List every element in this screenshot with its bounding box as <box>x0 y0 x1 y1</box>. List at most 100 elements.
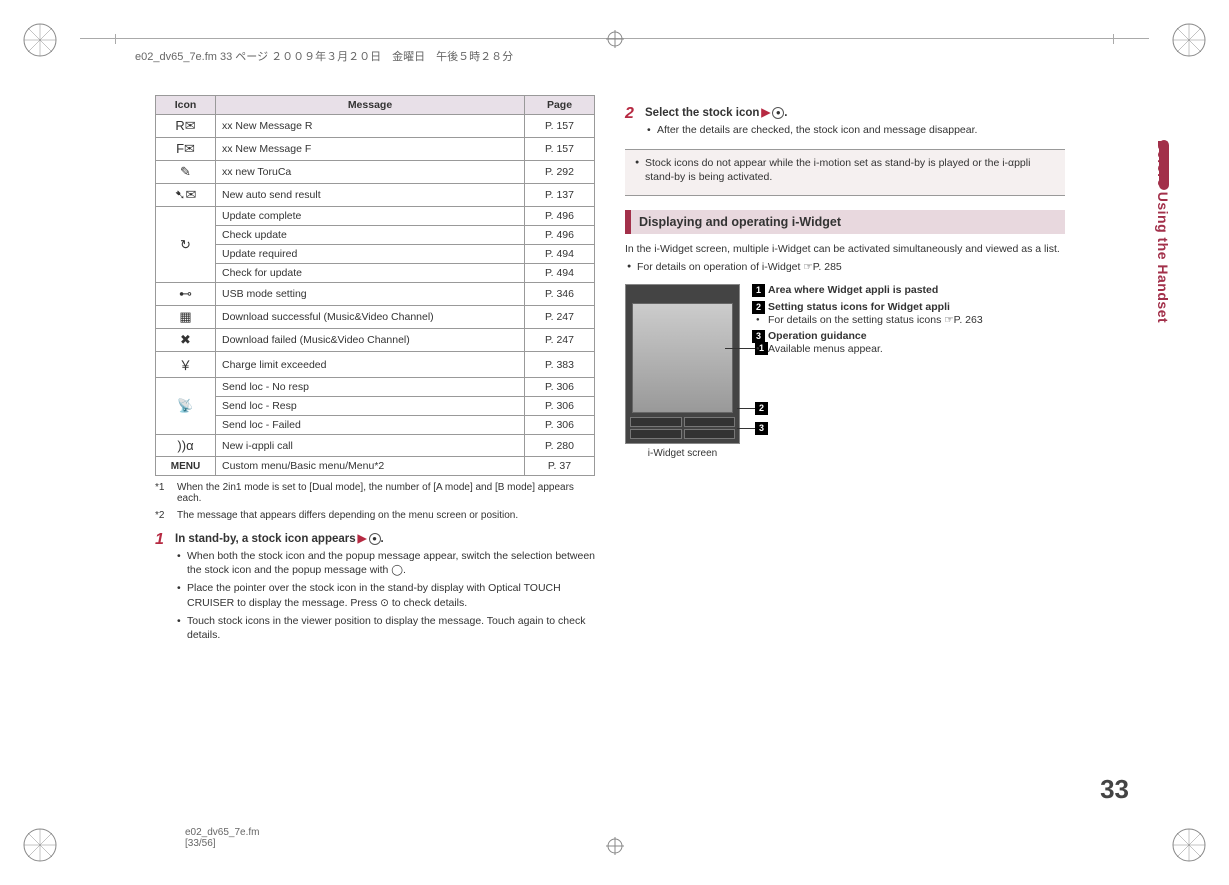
cell-icon: F✉ <box>156 138 216 161</box>
cell-icon: MENU <box>156 457 216 476</box>
cell-message: Send loc - Failed <box>216 416 525 435</box>
table-row: ➷✉New auto send resultP. 137 <box>156 184 595 207</box>
step-bullets: After the details are checked, the stock… <box>645 123 1065 137</box>
cell-message: Send loc - No resp <box>216 378 525 397</box>
widget-layout: i-Widget screen 1 2 3 1Area where Widget… <box>625 284 1065 459</box>
cell-page: P. 494 <box>525 264 595 283</box>
step-title: In stand-by, a stock icon appears▶●. <box>175 531 595 545</box>
cell-icon: ➷✉ <box>156 184 216 207</box>
step-number: 1 <box>155 531 175 646</box>
table-row: ✖Download failed (Music&Video Channel)P.… <box>156 329 595 352</box>
cell-icon: ↻ <box>156 207 216 283</box>
document-header: e02_dv65_7e.fm 33 ページ ２００９年３月２０日 金曜日 午後５… <box>135 48 513 64</box>
table-row: Send loc - RespP. 306 <box>156 397 595 416</box>
reg-mark-icon <box>1169 20 1209 60</box>
cell-message: USB mode setting <box>216 283 525 306</box>
widget-item: 1Area where Widget appli is pasted <box>752 284 983 297</box>
cell-page: P. 137 <box>525 184 595 207</box>
callout-line <box>737 428 755 429</box>
cell-page: P. 494 <box>525 245 595 264</box>
cell-page: P. 247 <box>525 306 595 329</box>
cell-message: xx New Message R <box>216 115 525 138</box>
cell-icon: ▦ <box>156 306 216 329</box>
cell-icon: 📡 <box>156 378 216 435</box>
note-box: Stock icons do not appear while the i-mo… <box>625 149 1065 195</box>
ok-key-icon: ● <box>369 533 381 545</box>
widget-screenshot-container: i-Widget screen 1 2 3 <box>625 284 740 459</box>
table-row: Update requiredP. 494 <box>156 245 595 264</box>
widget-sub: For details on the setting status icons … <box>752 314 983 326</box>
cell-message: Download successful (Music&Video Channel… <box>216 306 525 329</box>
reg-center-icon <box>606 837 624 855</box>
ok-key-icon: ● <box>772 107 784 119</box>
reg-center-icon <box>606 30 624 48</box>
reg-mark-icon <box>1169 825 1209 865</box>
step-number: 2 <box>625 105 645 141</box>
table-row: ↻Update completeP. 496 <box>156 207 595 226</box>
bullet-item: Touch stock icons in the viewer position… <box>175 614 595 642</box>
cell-message: Check update <box>216 226 525 245</box>
cell-icon: ✎ <box>156 161 216 184</box>
table-row: Check for updateP. 494 <box>156 264 595 283</box>
table-row: MENUCustom menu/Basic menu/Menu*2P. 37 <box>156 457 595 476</box>
cell-page: P. 496 <box>525 226 595 245</box>
cell-icon: R✉ <box>156 115 216 138</box>
cell-icon: ))α <box>156 435 216 457</box>
stock-icon-table: Icon Message Page R✉xx New Message RP. 1… <box>155 95 595 476</box>
reg-mark-icon <box>20 20 60 60</box>
widget-intro: In the i-Widget screen, multiple i-Widge… <box>625 242 1065 257</box>
cell-page: P. 383 <box>525 352 595 378</box>
cell-message: Check for update <box>216 264 525 283</box>
widget-screenshot <box>625 284 740 444</box>
table-row: ▦Download successful (Music&Video Channe… <box>156 306 595 329</box>
cell-page: P. 346 <box>525 283 595 306</box>
th-icon: Icon <box>156 96 216 115</box>
widget-ref: For details on operation of i-Widget ☞P.… <box>625 260 1065 274</box>
cell-page: P. 292 <box>525 161 595 184</box>
step-title: Select the stock icon▶●. <box>645 105 1065 119</box>
page-number: 33 <box>1100 774 1129 805</box>
widget-caption: i-Widget screen <box>625 448 740 459</box>
cell-page: P. 37 <box>525 457 595 476</box>
widget-item: 3Operation guidance Available menus appe… <box>752 330 983 355</box>
cell-icon: ￥ <box>156 352 216 378</box>
cell-message: Custom menu/Basic menu/Menu*2 <box>216 457 525 476</box>
left-column: Icon Message Page R✉xx New Message RP. 1… <box>155 95 595 646</box>
table-row: Check updateP. 496 <box>156 226 595 245</box>
footnote-text: When the 2in1 mode is set to [Dual mode]… <box>177 482 595 504</box>
widget-item: 2Setting status icons for Widget appli F… <box>752 301 983 326</box>
callout-3-icon: 3 <box>755 422 768 435</box>
table-row: ￥Charge limit exceededP. 383 <box>156 352 595 378</box>
bullet-item: After the details are checked, the stock… <box>645 123 1065 137</box>
callout-num-icon: 2 <box>752 301 765 314</box>
table-row: Send loc - FailedP. 306 <box>156 416 595 435</box>
cell-message: xx New Message F <box>216 138 525 161</box>
footnote-num: *1 <box>155 482 177 504</box>
footnote-text: The message that appears differs dependi… <box>177 510 518 521</box>
cell-page: P. 157 <box>525 115 595 138</box>
widget-sub: Available menus appear. <box>752 343 983 355</box>
section-heading: Displaying and operating i-Widget <box>625 210 1065 234</box>
table-row: R✉xx New Message RP. 157 <box>156 115 595 138</box>
widget-ref-list: For details on operation of i-Widget ☞P.… <box>625 260 1065 274</box>
callout-line <box>737 408 755 409</box>
cell-page: P. 306 <box>525 416 595 435</box>
callout-num-icon: 1 <box>752 284 765 297</box>
cell-message: New auto send result <box>216 184 525 207</box>
cell-message: New i-αppli call <box>216 435 525 457</box>
cell-icon: ⊷ <box>156 283 216 306</box>
footnote: *1 When the 2in1 mode is set to [Dual mo… <box>155 482 595 504</box>
cell-page: P. 247 <box>525 329 595 352</box>
th-message: Message <box>216 96 525 115</box>
cell-message: Send loc - Resp <box>216 397 525 416</box>
reg-mark-icon <box>20 825 60 865</box>
cell-message: Download failed (Music&Video Channel) <box>216 329 525 352</box>
cell-page: P. 157 <box>525 138 595 161</box>
note-text: Stock icons do not appear while the i-mo… <box>633 156 1057 184</box>
step-2: 2 Select the stock icon▶●. After the det… <box>625 105 1065 141</box>
cell-message: xx new ToruCa <box>216 161 525 184</box>
widget-callout-list: 1Area where Widget appli is pasted 2Sett… <box>752 284 983 459</box>
chapter-tab-text: Before Using the Handset <box>1155 140 1171 323</box>
footer-text: e02_dv65_7e.fm [33/56] <box>185 827 260 849</box>
table-row: F✉xx New Message FP. 157 <box>156 138 595 161</box>
